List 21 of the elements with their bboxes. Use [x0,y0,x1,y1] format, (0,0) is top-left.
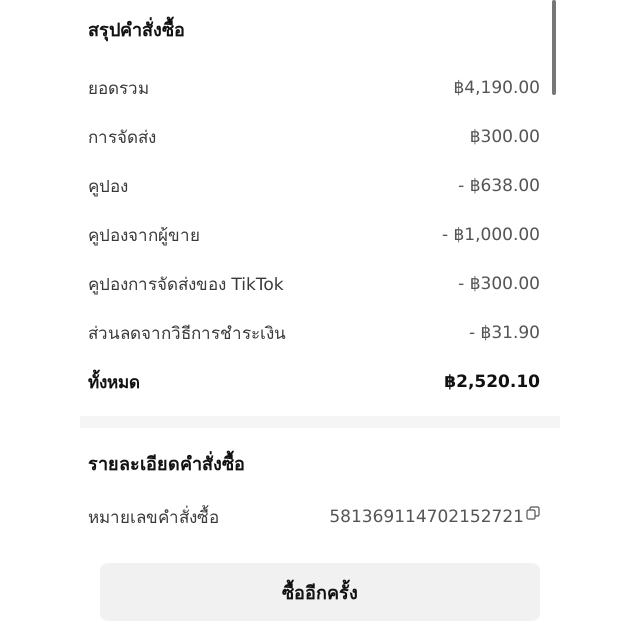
summary-label: คูปองจากผู้ขาย [88,225,200,248]
copy-icon[interactable] [526,506,540,520]
summary-label: คูปอง [88,176,128,199]
summary-label: คูปองการจัดส่งของ TikTok [88,274,284,297]
summary-value: ฿4,190.00 [453,78,540,98]
summary-label: ส่วนลดจากวิธีการชำระเงิน [88,323,286,346]
summary-label: ยอดรวม [88,78,149,101]
buy-again-button[interactable]: ซื้ออีกครั้ง [100,563,540,621]
summary-value: - ฿1,000.00 [442,224,540,244]
summary-label: การจัดส่ง [88,127,156,150]
summary-value: ฿2,520.10 [444,372,540,392]
summary-value: - ฿31.90 [468,322,540,342]
section-title: สรุปคำสั่งซื้อ [88,16,540,46]
order-number-label: หมายเลขคำสั่งซื้อ [88,503,219,530]
order-number: 581369114702152721 [329,506,524,526]
scrollbar[interactable] [552,0,556,95]
section-title: รายละเอียดคำสั่งซื้อ [88,450,540,480]
summary-value: - ฿300.00 [458,274,540,294]
summary-label: ทั้งหมด [88,368,140,395]
summary-value: ฿300.00 [470,126,540,146]
summary-value: - ฿638.00 [458,176,540,196]
